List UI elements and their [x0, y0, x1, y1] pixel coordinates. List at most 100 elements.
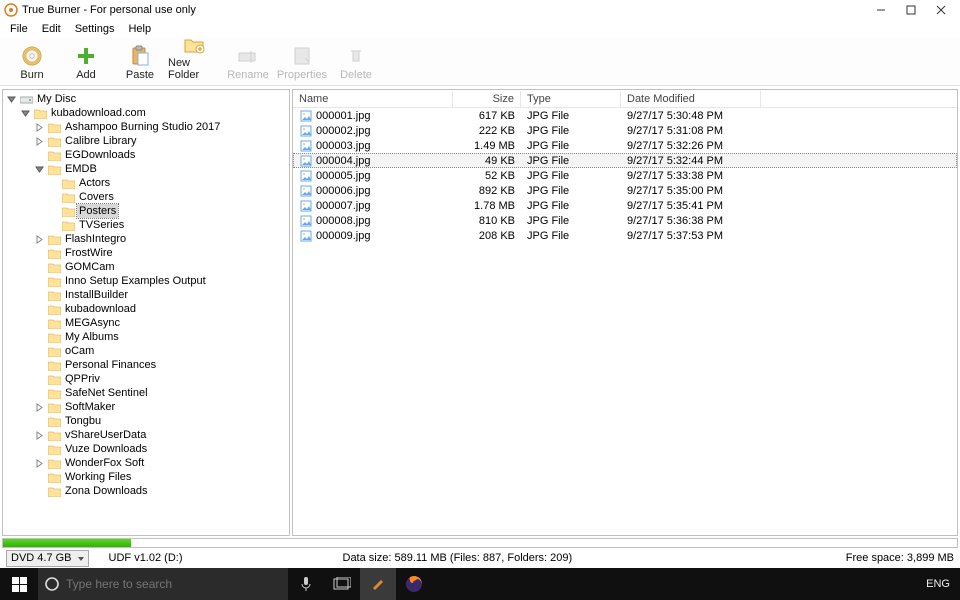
- disk-type-select[interactable]: DVD 4.7 GB: [6, 550, 89, 567]
- expand-icon[interactable]: [35, 235, 47, 244]
- file-name: 000002.jpg: [316, 125, 370, 137]
- collapse-icon[interactable]: [21, 109, 33, 118]
- window-title: True Burner - For personal use only: [22, 4, 196, 16]
- tree-node[interactable]: Calibre Library: [3, 134, 289, 148]
- column-date[interactable]: Date Modified: [621, 91, 761, 107]
- file-row[interactable]: 000005.jpg52 KBJPG File9/27/17 5:33:38 P…: [293, 168, 957, 183]
- column-name[interactable]: Name: [293, 91, 453, 107]
- file-row[interactable]: 000003.jpg1.49 MBJPG File9/27/17 5:32:26…: [293, 138, 957, 153]
- folder-tree[interactable]: My Disckubadownload.comAshampoo Burning …: [2, 89, 290, 536]
- file-row[interactable]: 000008.jpg810 KBJPG File9/27/17 5:36:38 …: [293, 213, 957, 228]
- tree-node[interactable]: kubadownload: [3, 302, 289, 316]
- taskbar-lang[interactable]: ENG: [916, 578, 960, 590]
- plus-icon: [74, 45, 98, 67]
- properties-label: Properties: [277, 69, 327, 81]
- tree-node[interactable]: WonderFox Soft: [3, 456, 289, 470]
- file-row[interactable]: 000007.jpg1.78 MBJPG File9/27/17 5:35:41…: [293, 198, 957, 213]
- tree-node[interactable]: Ashampoo Burning Studio 2017: [3, 120, 289, 134]
- tree-node-label: EMDB: [63, 162, 99, 176]
- image-file-icon: [299, 109, 312, 122]
- menu-help[interactable]: Help: [122, 21, 157, 37]
- file-row[interactable]: 000006.jpg892 KBJPG File9/27/17 5:35:00 …: [293, 183, 957, 198]
- file-date: 9/27/17 5:31:08 PM: [621, 125, 761, 137]
- tree-node[interactable]: kubadownload.com: [3, 106, 289, 120]
- folder-icon: [47, 373, 61, 385]
- paste-button[interactable]: Paste: [114, 39, 166, 83]
- menubar: File Edit Settings Help: [0, 20, 960, 38]
- tree-node[interactable]: EGDownloads: [3, 148, 289, 162]
- menu-settings[interactable]: Settings: [69, 21, 121, 37]
- tree-node[interactable]: vShareUserData: [3, 428, 289, 442]
- add-button[interactable]: Add: [60, 39, 112, 83]
- file-row[interactable]: 000002.jpg222 KBJPG File9/27/17 5:31:08 …: [293, 123, 957, 138]
- maximize-button[interactable]: [896, 0, 926, 20]
- file-row[interactable]: 000004.jpg49 KBJPG File9/27/17 5:32:44 P…: [293, 153, 957, 168]
- taskview-icon[interactable]: [324, 568, 360, 600]
- close-button[interactable]: [926, 0, 956, 20]
- tree-node[interactable]: QPPriv: [3, 372, 289, 386]
- file-size: 892 KB: [453, 185, 521, 197]
- tree-node-label: GOMCam: [63, 260, 117, 274]
- tree-node[interactable]: FrostWire: [3, 246, 289, 260]
- column-size[interactable]: Size: [453, 91, 521, 107]
- tree-node[interactable]: Covers: [3, 190, 289, 204]
- taskbar-search[interactable]: [38, 568, 288, 600]
- expand-icon[interactable]: [35, 459, 47, 468]
- tree-node[interactable]: TVSeries: [3, 218, 289, 232]
- tree-node-label: MEGAsync: [63, 316, 122, 330]
- file-name: 000005.jpg: [316, 170, 370, 182]
- tree-node[interactable]: My Disc: [3, 92, 289, 106]
- tree-node[interactable]: GOMCam: [3, 260, 289, 274]
- tree-node[interactable]: Working Files: [3, 470, 289, 484]
- tree-node-label: InstallBuilder: [63, 288, 130, 302]
- file-size: 810 KB: [453, 215, 521, 227]
- tree-node[interactable]: Zona Downloads: [3, 484, 289, 498]
- expand-icon[interactable]: [35, 431, 47, 440]
- tree-node[interactable]: Inno Setup Examples Output: [3, 274, 289, 288]
- folder-icon: [47, 317, 61, 329]
- taskbar-search-input[interactable]: [66, 577, 282, 591]
- tree-node[interactable]: SoftMaker: [3, 400, 289, 414]
- tree-node[interactable]: SafeNet Sentinel: [3, 386, 289, 400]
- collapse-icon[interactable]: [7, 95, 19, 104]
- tree-node[interactable]: Personal Finances: [3, 358, 289, 372]
- folder-icon: [47, 247, 61, 259]
- file-row[interactable]: 000009.jpg208 KBJPG File9/27/17 5:37:53 …: [293, 228, 957, 243]
- tree-node[interactable]: oCam: [3, 344, 289, 358]
- column-type[interactable]: Type: [521, 91, 621, 107]
- taskbar-app-firefox[interactable]: [396, 568, 432, 600]
- expand-icon[interactable]: [35, 403, 47, 412]
- tree-node[interactable]: Tongbu: [3, 414, 289, 428]
- tree-node[interactable]: InstallBuilder: [3, 288, 289, 302]
- mic-icon[interactable]: [288, 568, 324, 600]
- newfolder-button[interactable]: New Folder: [168, 39, 220, 83]
- menu-file[interactable]: File: [4, 21, 34, 37]
- folder-icon: [47, 401, 61, 413]
- collapse-icon[interactable]: [35, 165, 47, 174]
- tree-node[interactable]: FlashIntegro: [3, 232, 289, 246]
- menu-edit[interactable]: Edit: [36, 21, 67, 37]
- expand-icon[interactable]: [35, 123, 47, 132]
- tree-node[interactable]: MEGAsync: [3, 316, 289, 330]
- tree-node[interactable]: EMDB: [3, 162, 289, 176]
- start-button[interactable]: [0, 568, 38, 600]
- folder-icon: [47, 387, 61, 399]
- folder-icon: [47, 233, 61, 245]
- tree-node[interactable]: Vuze Downloads: [3, 442, 289, 456]
- burn-button[interactable]: Burn: [6, 39, 58, 83]
- expand-icon[interactable]: [35, 137, 47, 146]
- file-date: 9/27/17 5:33:38 PM: [621, 170, 761, 182]
- folder-icon: [47, 121, 61, 133]
- tree-node[interactable]: My Albums: [3, 330, 289, 344]
- minimize-button[interactable]: [866, 0, 896, 20]
- file-list[interactable]: Name Size Type Date Modified 000001.jpg6…: [292, 89, 958, 536]
- titlebar: True Burner - For personal use only: [0, 0, 960, 20]
- tree-node[interactable]: Posters: [3, 204, 289, 218]
- file-date: 9/27/17 5:30:48 PM: [621, 110, 761, 122]
- file-row[interactable]: 000001.jpg617 KBJPG File9/27/17 5:30:48 …: [293, 108, 957, 123]
- taskbar-app-trueburner[interactable]: [360, 568, 396, 600]
- tree-node-label: Covers: [77, 190, 116, 204]
- rename-button: Rename: [222, 39, 274, 83]
- folder-icon: [61, 191, 75, 203]
- tree-node[interactable]: Actors: [3, 176, 289, 190]
